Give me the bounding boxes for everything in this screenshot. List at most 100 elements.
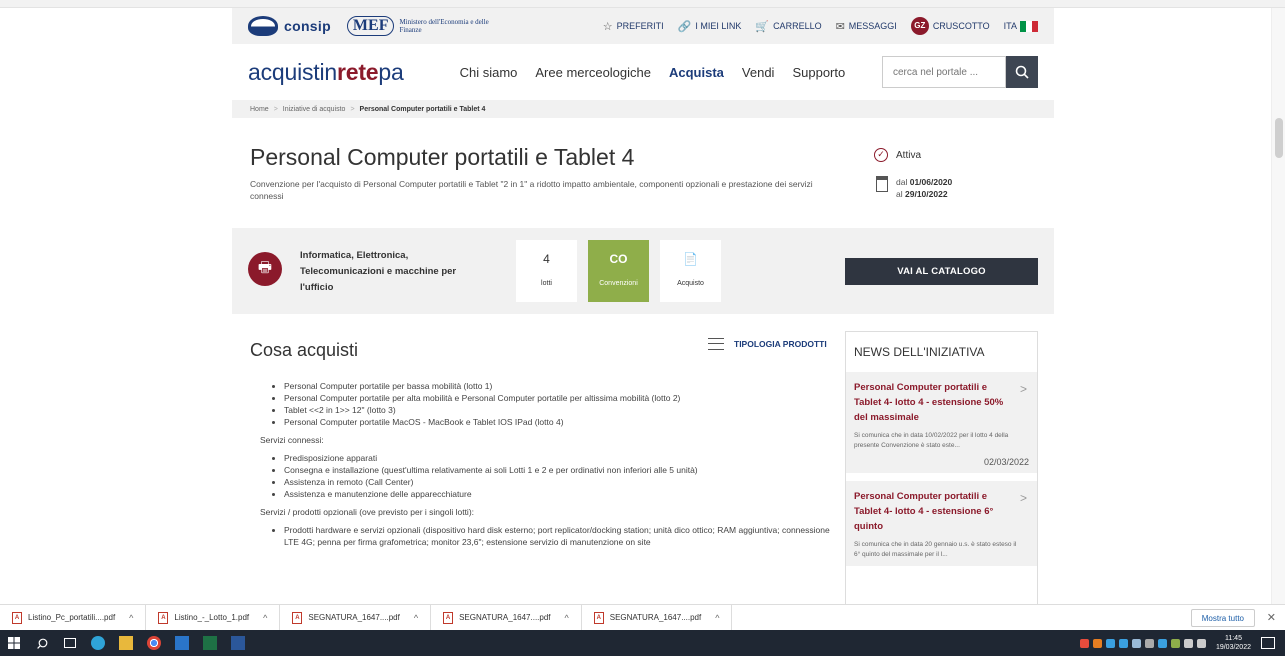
task-view-glyph xyxy=(64,638,76,648)
chevron-up-icon[interactable]: ^ xyxy=(129,613,133,623)
excel-icon[interactable] xyxy=(196,630,224,656)
word-icon[interactable] xyxy=(224,630,252,656)
tray-app-icon[interactable] xyxy=(1092,638,1102,648)
conventions-tile[interactable]: CO Convenzioni xyxy=(588,240,649,302)
news-excerpt: Si comunica che in data 10/02/2022 per i… xyxy=(854,432,1009,449)
edge-glyph xyxy=(91,636,105,650)
news-title[interactable]: Personal Computer portatili e Tablet 4- … xyxy=(854,489,1004,534)
pdf-icon: A xyxy=(593,611,604,624)
language-label: ITA xyxy=(1003,21,1017,31)
pdf-icon: A xyxy=(292,611,303,624)
download-item[interactable]: A SEGNATURA_1647....pdf ^ xyxy=(431,604,582,631)
news-title[interactable]: Personal Computer portatili e Tablet 4- … xyxy=(854,380,1004,425)
chevron-right-icon: > xyxy=(1019,491,1027,505)
page-scrollbar[interactable] xyxy=(1271,8,1285,604)
tray-app-icon[interactable] xyxy=(1079,638,1089,648)
brand-part1: acquistin xyxy=(248,58,337,85)
lots-tile[interactable]: 4 lotti xyxy=(516,240,577,302)
system-clock[interactable]: 11:45 19/03/2022 xyxy=(1216,634,1251,652)
download-filename: Listino_-_Lotto_1.pdf xyxy=(174,613,250,622)
volume-icon[interactable] xyxy=(1196,638,1206,648)
mef-logo-text: Ministero dell'Economia e delle Finanze xyxy=(399,18,489,34)
nav-item-vendi[interactable]: Vendi xyxy=(742,65,775,80)
tray-app-icon[interactable] xyxy=(1118,638,1128,648)
download-item[interactable]: A SEGNATURA_1647....pdf ^ xyxy=(280,604,432,631)
dashboard-link[interactable]: GZ CRUSCOTTO xyxy=(910,17,990,35)
date-from-value: 01/06/2020 xyxy=(909,177,953,187)
windows-start-icon[interactable] xyxy=(0,630,28,656)
tray-app-icon[interactable] xyxy=(1157,638,1167,648)
breadcrumb-home[interactable]: Home xyxy=(250,106,269,113)
download-filename: SEGNATURA_1647....pdf xyxy=(308,613,400,622)
download-item[interactable]: A Listino_Pc_portatili....pdf ^ xyxy=(0,604,147,631)
messages-link[interactable]: ✉ MESSAGGI xyxy=(836,20,897,33)
initiative-header: Personal Computer portatili e Tablet 4 C… xyxy=(232,118,1054,228)
download-item[interactable]: A SEGNATURA_1647....pdf ^ xyxy=(582,604,733,631)
nav-item-aree-merceologiche[interactable]: Aree merceologiche xyxy=(535,65,651,80)
optional-list: Prodotti hardware e servizi opzionali (d… xyxy=(284,524,836,548)
cart-link[interactable]: 🛒 CARRELLO xyxy=(755,20,821,33)
lots-count: 4 xyxy=(543,252,550,266)
nav-item-supporto[interactable]: Supporto xyxy=(792,65,845,80)
lots-list: Personal Computer portatile per bassa mo… xyxy=(284,380,836,428)
close-icon[interactable]: ✕ xyxy=(1267,611,1276,624)
language-selector[interactable]: ITA xyxy=(1003,20,1038,32)
my-links-link[interactable]: 🔗 I MIEI LINK xyxy=(678,20,742,33)
conventions-code: CO xyxy=(609,252,628,266)
task-view-icon[interactable] xyxy=(56,630,84,656)
breadcrumb-separator: > xyxy=(273,105,278,113)
scrollbar-thumb[interactable] xyxy=(1275,118,1283,158)
web-page: consip MEF Ministero dell'Economia e del… xyxy=(232,8,1054,604)
search-icon[interactable] xyxy=(28,630,56,656)
mef-logo[interactable]: MEF Ministero dell'Economia e delle Fina… xyxy=(346,16,490,36)
tray-app-icon[interactable] xyxy=(1144,638,1154,648)
chevron-up-icon[interactable]: ^ xyxy=(414,613,418,623)
consip-logo-icon xyxy=(248,16,278,36)
news-item[interactable]: Personal Computer portatili e Tablet 4- … xyxy=(846,481,1037,566)
breadcrumb-iniziative[interactable]: Iniziative di acquisto xyxy=(283,106,346,113)
purchase-tile[interactable]: 📄 Acquisto xyxy=(660,240,721,302)
product-types-link[interactable]: TIPOLOGIA PRODOTTI xyxy=(708,338,827,350)
category-name[interactable]: Informatica, Elettronica, Telecomunicazi… xyxy=(300,248,480,296)
network-icon[interactable] xyxy=(1183,638,1193,648)
nav-item-chi-siamo[interactable]: Chi siamo xyxy=(460,65,518,80)
my-links-label: I MIEI LINK xyxy=(695,21,742,31)
go-to-catalog-button[interactable]: VAI AL CATALOGO xyxy=(845,258,1038,285)
lots-label: lotti xyxy=(541,280,552,287)
file-explorer-icon[interactable] xyxy=(112,630,140,656)
list-item: Prodotti hardware e servizi opzionali (d… xyxy=(284,524,836,548)
favorites-link[interactable]: ☆ PREFERITI xyxy=(603,20,664,33)
downloads-bar: A Listino_Pc_portatili....pdf ^ A Listin… xyxy=(0,604,1285,631)
mail-icon[interactable] xyxy=(168,630,196,656)
news-panel: NEWS DELL'INIZIATIVA Personal Computer p… xyxy=(845,331,1038,604)
brand-part2: pa xyxy=(378,58,404,85)
tray-app-icon[interactable] xyxy=(1105,638,1115,648)
chevron-up-icon[interactable]: ^ xyxy=(715,613,719,623)
envelope-icon: ✉ xyxy=(835,20,845,33)
file-explorer-glyph xyxy=(119,636,133,650)
tray-app-icon[interactable] xyxy=(1170,638,1180,648)
services-list: Predisposizione apparati Consegna e inst… xyxy=(284,452,836,500)
chevron-up-icon[interactable]: ^ xyxy=(565,613,569,623)
download-item[interactable]: A Listino_-_Lotto_1.pdf ^ xyxy=(146,604,281,631)
download-filename: SEGNATURA_1647....pdf xyxy=(459,613,551,622)
search-button[interactable] xyxy=(1006,56,1038,88)
chevron-up-icon[interactable]: ^ xyxy=(263,613,267,623)
notifications-icon[interactable] xyxy=(1261,637,1275,649)
optional-heading: Servizi / prodotti opzionali (ove previs… xyxy=(260,507,475,517)
consip-logo[interactable]: consip xyxy=(248,16,331,36)
edge-icon[interactable] xyxy=(84,630,112,656)
chrome-icon[interactable] xyxy=(140,630,168,656)
excel-glyph xyxy=(203,636,217,650)
utility-bar: consip MEF Ministero dell'Economia e del… xyxy=(232,8,1054,44)
search-input[interactable] xyxy=(882,56,1006,88)
download-filename: SEGNATURA_1647....pdf xyxy=(609,613,702,622)
news-item[interactable]: Personal Computer portatili e Tablet 4- … xyxy=(846,372,1037,473)
acquistinretepa-logo[interactable]: acquistinretepa xyxy=(248,59,404,86)
breadcrumb-separator: > xyxy=(350,105,355,113)
product-types-label: TIPOLOGIA PRODOTTI xyxy=(734,339,827,349)
nav-menu: Chi siamo Aree merceologiche Acquista Ve… xyxy=(460,65,846,80)
tray-app-icon[interactable] xyxy=(1131,638,1141,648)
nav-item-acquista[interactable]: Acquista xyxy=(669,65,724,80)
show-all-button[interactable]: Mostra tutto xyxy=(1190,609,1255,627)
